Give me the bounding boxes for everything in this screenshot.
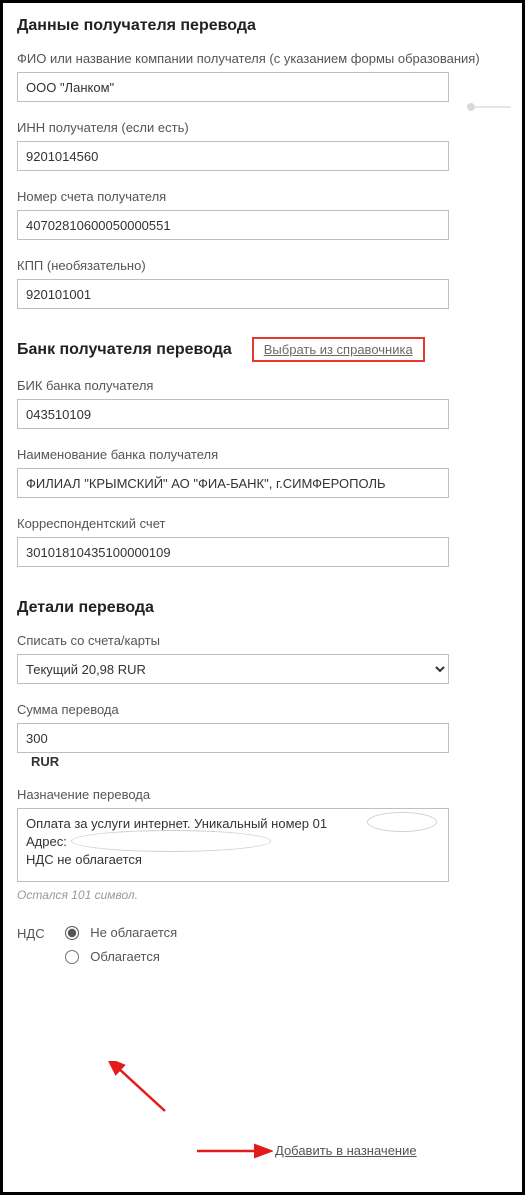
redaction-cloud-icon [71,830,271,852]
annotation-arrow-icon [193,1141,273,1161]
nds-radio-yes[interactable] [65,950,79,964]
bank-corr-label: Корреспондентский счет [17,516,508,531]
recipient-section-title: Данные получателя перевода [17,17,508,35]
bank-corr-input[interactable] [17,537,449,567]
recipient-name-label: ФИО или название компании получателя (с … [17,51,508,66]
recipient-inn-input[interactable] [17,141,449,171]
bank-name-input[interactable] [17,468,449,498]
bank-bic-label: БИК банка получателя [17,378,508,393]
bank-name-label: Наименование банка получателя [17,447,508,462]
details-section-title: Детали перевода [17,599,508,617]
recipient-account-input[interactable] [17,210,449,240]
nds-label: НДС [17,924,61,941]
bank-bic-input[interactable] [17,399,449,429]
resize-handle-icon [467,103,475,111]
remaining-chars-note: Остался 101 символ. [17,888,508,902]
recipient-kpp-input[interactable] [17,279,449,309]
nds-option-no[interactable]: Не облагается [65,924,178,940]
bank-directory-link[interactable]: Выбрать из справочника [252,337,425,362]
debit-account-select[interactable]: Текущий 20,98 RUR [17,654,449,684]
nds-radio-no[interactable] [65,926,79,940]
redaction-cloud-icon [367,812,437,832]
annotation-arrow-icon [103,1061,183,1121]
nds-option-no-label: Не облагается [90,925,177,940]
recipient-name-input[interactable] [17,72,449,102]
amount-input[interactable] [17,723,449,753]
recipient-account-label: Номер счета получателя [17,189,508,204]
nds-option-yes[interactable]: Облагается [65,948,178,964]
recipient-kpp-label: КПП (необязательно) [17,258,508,273]
resize-handle-line [475,106,511,108]
debit-account-label: Списать со счета/карты [17,633,508,648]
add-to-purpose-link[interactable]: Добавить в назначение [275,1143,417,1158]
currency-label: RUR [31,754,59,769]
bank-section-title: Банк получателя перевода [17,341,232,359]
recipient-inn-label: ИНН получателя (если есть) [17,120,508,135]
purpose-label: Назначение перевода [17,787,508,802]
nds-option-yes-label: Облагается [90,949,160,964]
amount-label: Сумма перевода [17,702,508,717]
